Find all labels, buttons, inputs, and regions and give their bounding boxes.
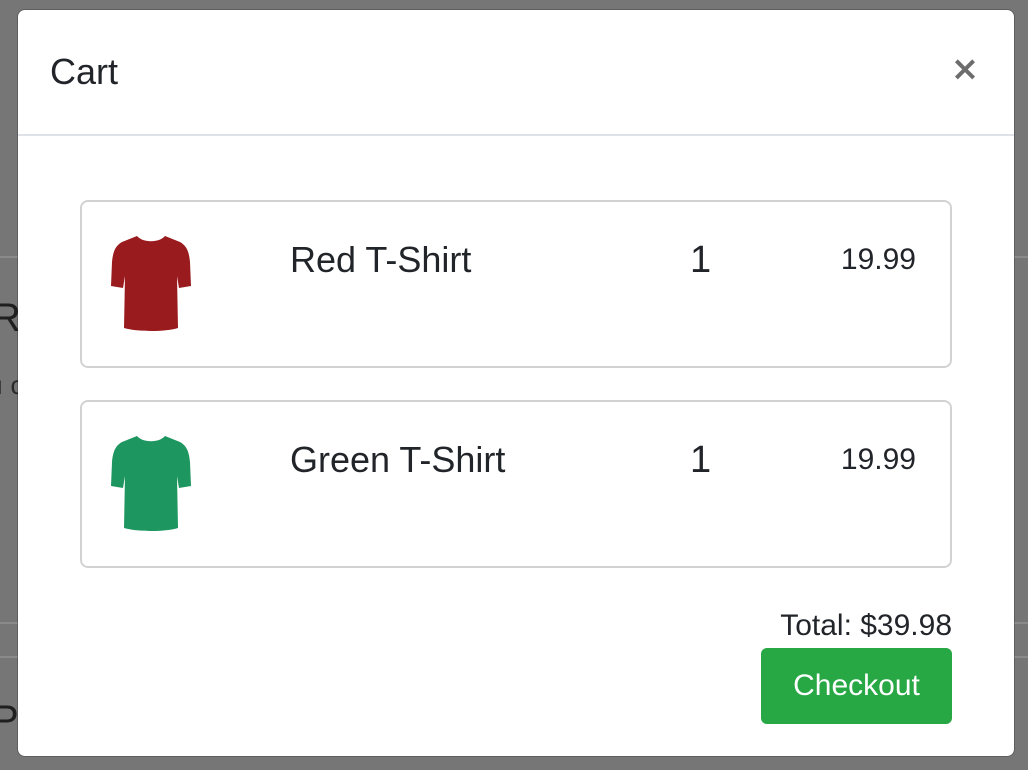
cart-item: Green T-Shirt 1 19.99 — [80, 400, 952, 568]
t-shirt-shape — [111, 436, 191, 531]
item-name: Green T-Shirt — [290, 439, 506, 480]
t-shirt-icon — [111, 436, 191, 531]
t-shirt-icon — [111, 236, 191, 331]
cart-modal: Cart × Red T-Shirt 1 19.99 Green T-Shirt… — [18, 10, 1014, 756]
item-quantity: 1 — [690, 439, 712, 481]
item-price: 19.99 — [840, 243, 916, 276]
close-button[interactable]: × — [950, 52, 980, 86]
checkout-button[interactable]: Checkout — [761, 648, 952, 724]
modal-title: Cart — [50, 51, 119, 92]
modal-header: Cart × — [18, 10, 1014, 136]
cart-total: Total: $39.98 — [780, 609, 952, 642]
item-quantity: 1 — [690, 239, 712, 281]
item-name: Red T-Shirt — [290, 239, 472, 280]
t-shirt-shape — [111, 236, 191, 331]
cart-item: Red T-Shirt 1 19.99 — [80, 200, 952, 368]
item-price: 19.99 — [840, 443, 916, 476]
